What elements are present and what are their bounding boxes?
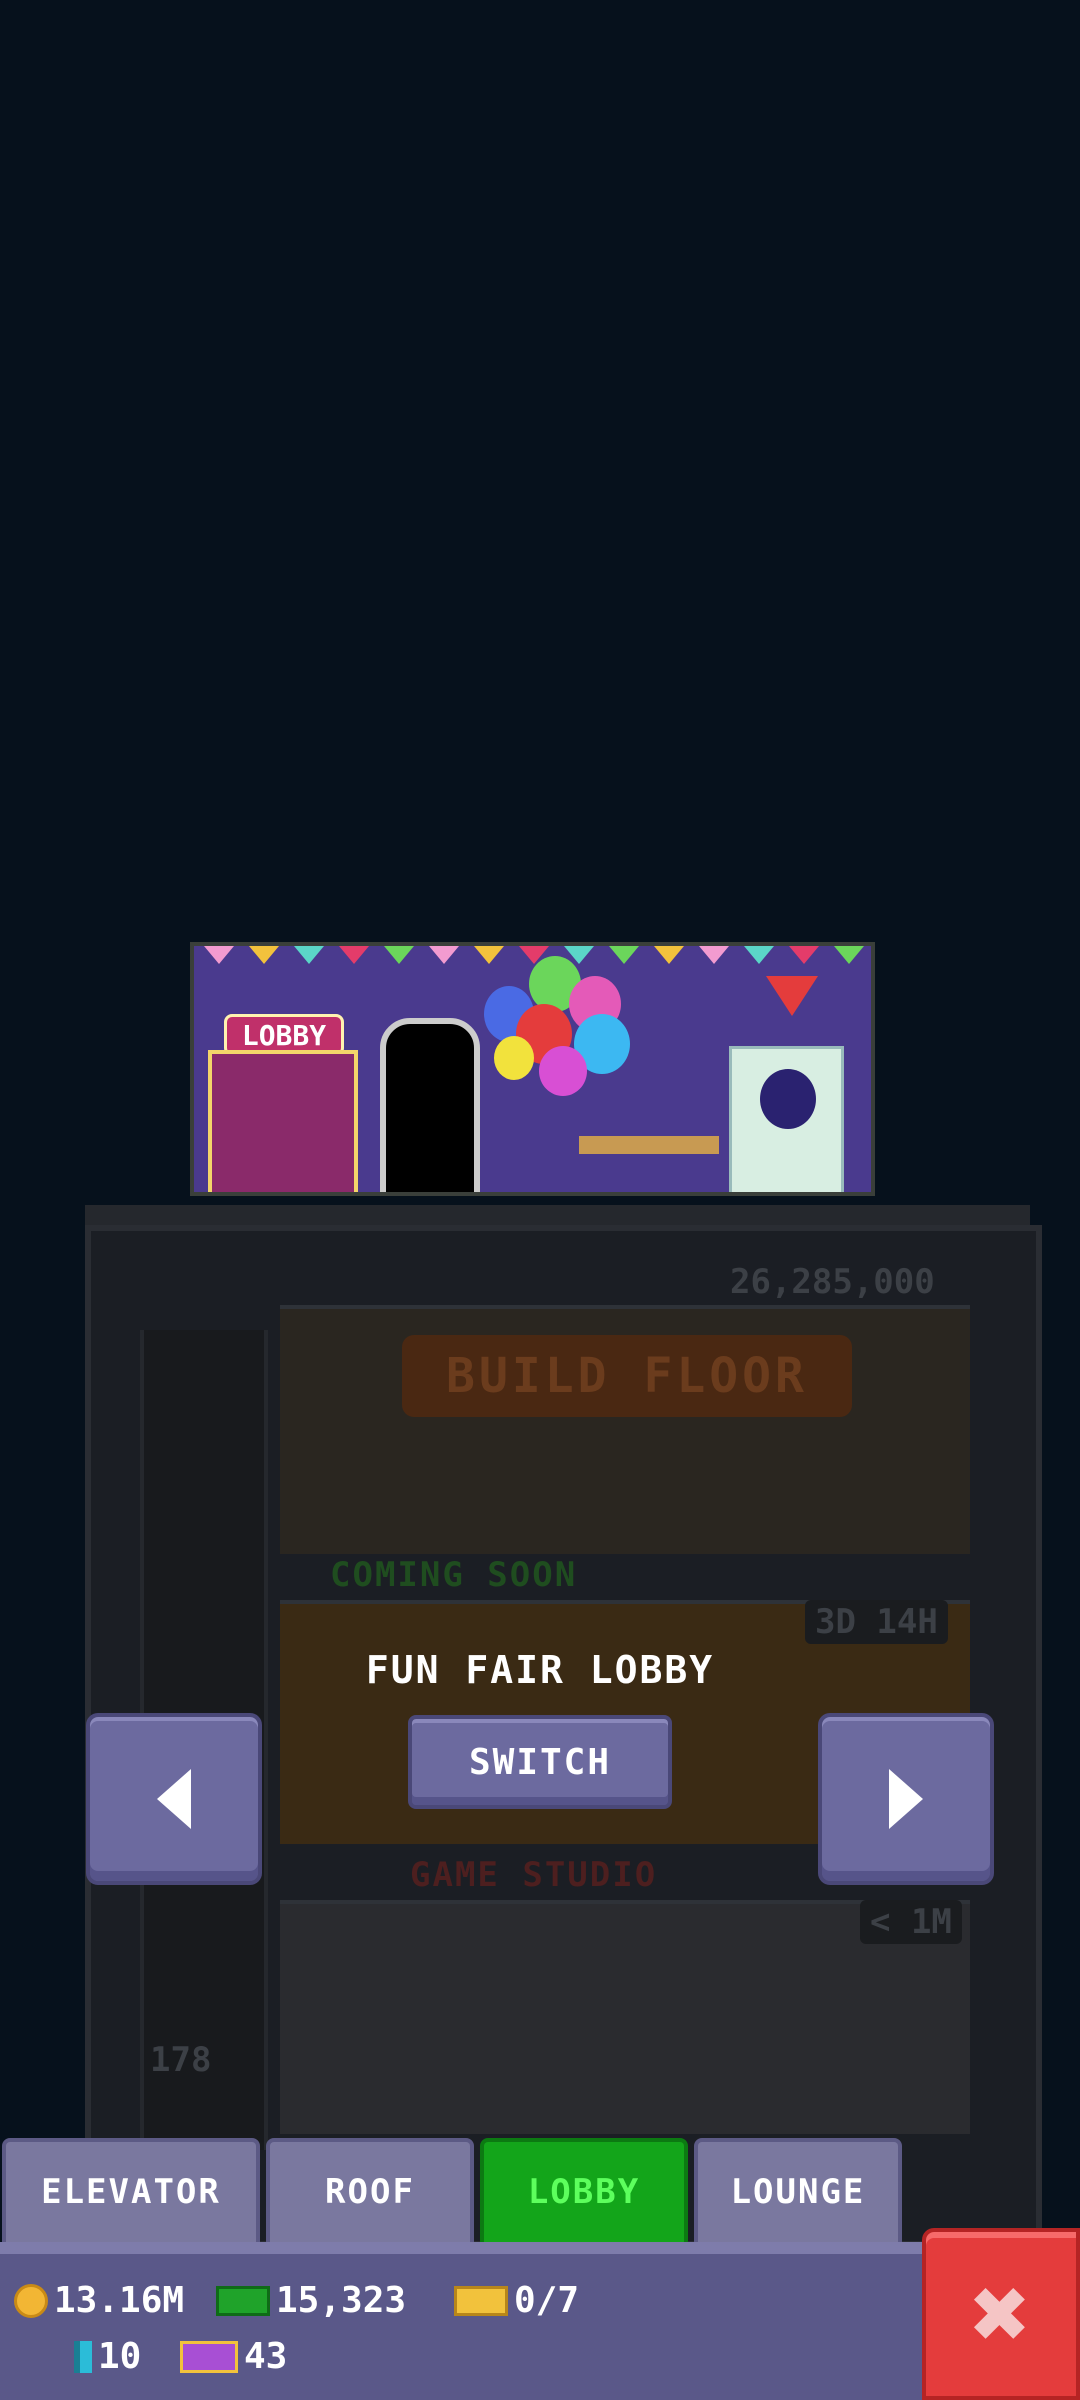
build-floor-sign: BUILD FLOOR (402, 1335, 852, 1417)
arrow-down-icon (766, 976, 818, 1016)
previous-lobby-button[interactable] (86, 1713, 262, 1885)
tab-roof[interactable]: ROOF (266, 2138, 474, 2242)
build-floor-cost: 26,285,000 (730, 1262, 935, 1302)
coins-stat: 13.16M (14, 2280, 184, 2321)
golden-ticket-icon (454, 2285, 508, 2316)
bitbook-icon (74, 2340, 92, 2373)
tab-lounge[interactable]: LOUNGE (694, 2138, 902, 2242)
close-icon: ✖ (970, 2255, 1032, 2372)
bitbooks-stat: 10 (74, 2336, 141, 2377)
bitbooks-value: 10 (98, 2336, 142, 2377)
currency-bar: 13.16M 15,323 0/7 10 43 (0, 2242, 1080, 2400)
tickets-stat: 0/7 (454, 2280, 579, 2321)
balloon-icon (494, 1036, 534, 1080)
coins-value: 13.16M (54, 2280, 185, 2321)
next-lobby-button[interactable] (818, 1713, 994, 1885)
elevator-floor-number: 178 (150, 2040, 212, 2080)
arrow-right-icon (889, 1769, 923, 1829)
switch-button[interactable]: SWITCH (408, 1715, 672, 1809)
tab-elevator[interactable]: ELEVATOR (2, 2138, 260, 2242)
lobby-name-caption: FUN FAIR LOBBY (365, 1648, 715, 1692)
tickets-value: 0/7 (514, 2280, 580, 2321)
face-hole (760, 1069, 816, 1129)
vip-stat: 43 (180, 2336, 287, 2377)
bux-icon (216, 2285, 270, 2316)
vip-ticket-icon (180, 2340, 238, 2373)
coin-icon (14, 2283, 48, 2318)
lobby-doorway (380, 1018, 480, 1192)
tab-lobby[interactable]: LOBBY (480, 2138, 688, 2242)
game-studio-label: GAME STUDIO (410, 1855, 658, 1895)
bux-stat: 15,323 (216, 2280, 406, 2321)
coming-soon-label: COMING SOON (330, 1555, 578, 1595)
arrow-left-icon (157, 1769, 191, 1829)
picnic-table (579, 1136, 719, 1154)
balloon-icon (539, 1046, 587, 1096)
ticket-booth (208, 1050, 358, 1192)
lobby-preview: LOBBY (190, 942, 875, 1196)
timer-label: 3D 14H (805, 1600, 948, 1644)
game-studio-income: < 1M (860, 1900, 962, 1944)
bux-value: 15,323 (276, 2280, 407, 2321)
vip-value: 43 (244, 2336, 288, 2377)
photo-booth (729, 1046, 844, 1192)
close-button[interactable]: ✖ (922, 2228, 1080, 2400)
